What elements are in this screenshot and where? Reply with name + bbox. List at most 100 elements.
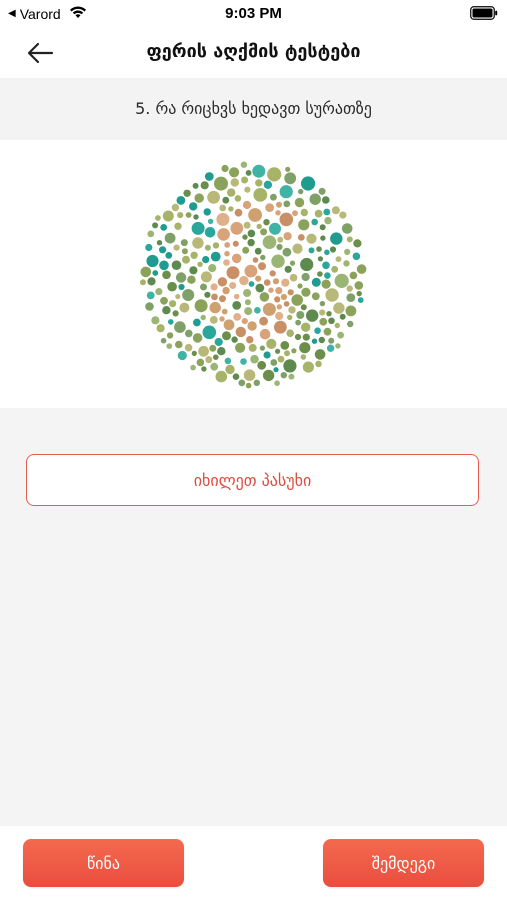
- plate-dot: [347, 320, 354, 328]
- next-button[interactable]: შემდეგი: [323, 839, 484, 887]
- plate-dot: [288, 306, 296, 314]
- plate-dot: [331, 206, 340, 215]
- plate-dot: [294, 333, 302, 341]
- plate-dot: [308, 247, 315, 254]
- plate-figure-dot: [276, 201, 282, 208]
- plate-dot: [288, 373, 295, 380]
- plate-figure-dot: [263, 279, 271, 286]
- plate-dot: [317, 256, 323, 262]
- plate-dot: [210, 251, 221, 262]
- plate-dot: [204, 227, 216, 238]
- plate-dot: [270, 359, 278, 366]
- plate-dot: [282, 247, 292, 257]
- show-answer-button[interactable]: იხილეთ პასუხი: [26, 454, 479, 506]
- plate-figure-dot: [292, 210, 298, 217]
- plate-figure-dot: [224, 250, 230, 257]
- plate-dot: [295, 319, 301, 326]
- plate-dot: [255, 283, 265, 293]
- plate-dot: [197, 261, 203, 267]
- plate-dot: [344, 248, 351, 255]
- plate-dot: [162, 306, 171, 315]
- plate-dot: [334, 322, 340, 329]
- plate-dot: [229, 167, 240, 178]
- plate-dot: [224, 357, 232, 365]
- plate-dot: [285, 166, 291, 172]
- plate-dot: [209, 344, 217, 352]
- plate-figure-dot: [279, 212, 294, 227]
- plate-dot: [189, 202, 198, 211]
- plate-dot: [231, 336, 238, 343]
- plate-dot: [232, 373, 240, 380]
- plate-dot: [284, 265, 292, 273]
- plate-dot: [175, 340, 183, 349]
- plate-dot: [165, 252, 173, 259]
- plate-dot: [243, 289, 252, 297]
- page-title: ფერის აღქმის ტესტები: [146, 41, 361, 62]
- plate-dot: [284, 350, 290, 357]
- plate-figure-dot: [239, 275, 249, 286]
- plate-dot: [315, 360, 322, 368]
- plate-dot: [174, 222, 182, 230]
- plate-dot: [277, 236, 284, 243]
- plate-dot: [309, 193, 321, 205]
- plate-figure-dot: [258, 262, 266, 271]
- plate-dot: [155, 215, 161, 221]
- plate-dot: [326, 344, 335, 352]
- plate-dot: [208, 264, 217, 273]
- plate-dot: [335, 343, 341, 349]
- plate-dot: [212, 242, 220, 249]
- plate-dot: [291, 294, 303, 306]
- plate-dot: [287, 314, 293, 321]
- plate-figure-dot: [275, 287, 283, 295]
- plate-dot: [263, 180, 273, 189]
- plate-dot: [300, 354, 307, 360]
- plate-dot: [191, 350, 197, 356]
- plate-dot: [346, 236, 353, 243]
- plate-dot: [254, 247, 262, 255]
- plate-dot: [225, 364, 235, 375]
- plate-dot: [297, 283, 303, 289]
- plate-dot: [192, 237, 204, 249]
- plate-dot: [238, 379, 246, 387]
- plate-dot: [202, 256, 210, 264]
- plate-dot: [202, 325, 217, 340]
- plate-dot: [283, 359, 297, 373]
- plate-dot: [178, 283, 185, 291]
- plate-dot: [256, 223, 262, 230]
- plate-dot: [254, 307, 261, 314]
- plate-dot: [193, 214, 199, 220]
- plate-dot: [182, 289, 195, 301]
- plate-figure-dot: [244, 264, 258, 278]
- plate-dot: [217, 347, 226, 356]
- plate-dot: [242, 234, 248, 240]
- footer: წინა შემდეგი: [0, 826, 507, 900]
- plate-dot: [244, 307, 253, 316]
- plate-dot: [346, 293, 356, 302]
- plate-dot: [164, 232, 176, 244]
- plate-dot: [267, 167, 282, 182]
- plate-dot: [140, 279, 146, 286]
- plate-dot: [255, 179, 263, 187]
- plate-dot: [318, 336, 325, 344]
- plate-dot: [177, 350, 187, 361]
- plate-dot: [244, 186, 251, 193]
- plate-dot: [354, 281, 364, 290]
- plate-dot: [145, 302, 154, 311]
- plate-dot: [204, 172, 214, 181]
- plate-dot: [326, 311, 332, 317]
- plate-dot: [173, 244, 180, 251]
- plate-dot: [140, 266, 152, 278]
- plate-dot: [147, 277, 156, 286]
- plate-figure-dot: [287, 289, 294, 296]
- plate-dot: [180, 239, 188, 247]
- plate-dot: [184, 343, 193, 352]
- plate-dot: [179, 302, 190, 313]
- previous-button[interactable]: წინა: [23, 839, 184, 887]
- plate-dot: [198, 345, 209, 357]
- plate-dot: [311, 292, 320, 301]
- plate-dot: [200, 283, 207, 291]
- plate-dot: [276, 243, 283, 251]
- plate-dot: [280, 372, 287, 379]
- plate-figure-dot: [216, 212, 230, 226]
- plate-dot: [302, 333, 310, 341]
